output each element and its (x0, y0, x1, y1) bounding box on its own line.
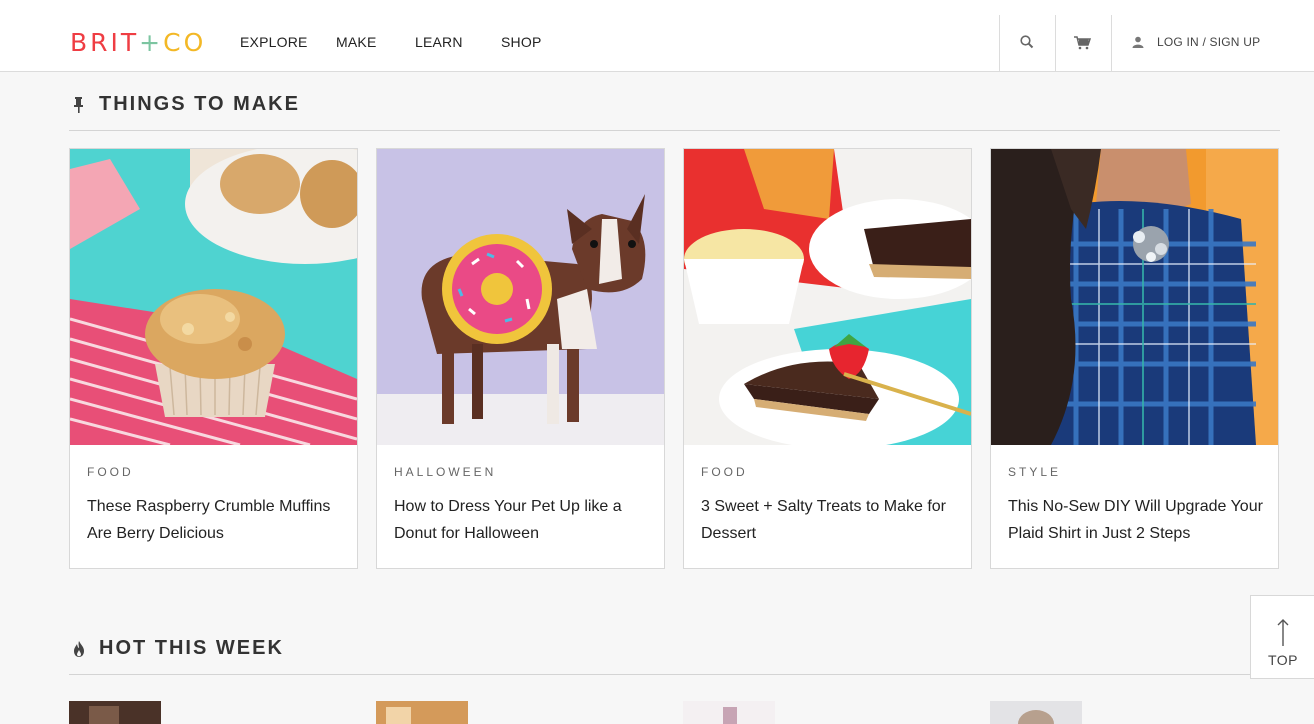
search-icon[interactable] (1019, 34, 1035, 50)
login-separator: / (1202, 35, 1206, 49)
arrow-up-icon (1277, 619, 1289, 646)
header-divider (1111, 15, 1112, 72)
article-image[interactable] (684, 149, 971, 445)
section-divider (69, 674, 1280, 675)
login-link[interactable]: LOG IN (1157, 35, 1199, 49)
back-to-top-button[interactable]: TOP (1250, 595, 1314, 679)
article-card[interactable]: STYLE This No-Sew DIY Will Upgrade Your … (990, 148, 1279, 569)
article-category[interactable]: FOOD (701, 465, 748, 479)
article-category[interactable]: FOOD (87, 465, 134, 479)
article-image[interactable] (70, 149, 357, 445)
back-to-top-label: TOP (1267, 652, 1299, 668)
nav-make[interactable]: MAKE (336, 34, 376, 50)
article-category[interactable]: STYLE (1008, 465, 1061, 479)
cart-icon[interactable] (1073, 34, 1093, 50)
hot-article-thumbnail[interactable] (683, 701, 775, 724)
logo-brit: BRIT (70, 28, 140, 57)
logo-plus: + (139, 28, 164, 57)
header-divider (1055, 15, 1056, 72)
logo-co: CO (163, 28, 207, 57)
nav-shop[interactable]: SHOP (501, 34, 541, 50)
user-icon (1132, 36, 1144, 48)
article-title[interactable]: These Raspberry Crumble Muffins Are Berr… (87, 493, 349, 547)
article-title[interactable]: 3 Sweet + Salty Treats to Make for Desse… (701, 493, 963, 547)
section-title-text: HOT THIS WEEK (99, 637, 284, 659)
article-title[interactable]: How to Dress Your Pet Up like a Donut fo… (394, 493, 656, 547)
article-title[interactable]: This No-Sew DIY Will Upgrade Your Plaid … (1008, 493, 1270, 547)
section-divider (69, 130, 1280, 131)
nav-learn[interactable]: LEARN (415, 34, 463, 50)
pin-icon (74, 97, 83, 113)
site-header: BRIT+CO EXPLORE MAKE LEARN SHOP LOG IN / (0, 0, 1314, 72)
nav-explore[interactable]: EXPLORE (240, 34, 308, 50)
hot-article-thumbnail[interactable] (69, 701, 161, 724)
section-title-text: THINGS TO MAKE (99, 93, 300, 115)
article-card[interactable]: FOOD These Raspberry Crumble Muffins Are… (69, 148, 358, 569)
hot-article-thumbnail[interactable] (376, 701, 468, 724)
article-card[interactable]: HALLOWEEN How to Dress Your Pet Up like … (376, 148, 665, 569)
article-card[interactable]: FOOD 3 Sweet + Salty Treats to Make for … (683, 148, 972, 569)
signup-link[interactable]: SIGN UP (1210, 35, 1261, 49)
article-image[interactable] (377, 149, 664, 445)
header-divider (999, 15, 1000, 72)
article-image[interactable] (991, 149, 1278, 445)
flame-icon (74, 641, 84, 657)
brit-co-logo[interactable]: BRIT+CO (70, 28, 206, 58)
hot-article-thumbnail[interactable] (990, 701, 1082, 724)
article-category[interactable]: HALLOWEEN (394, 465, 496, 479)
